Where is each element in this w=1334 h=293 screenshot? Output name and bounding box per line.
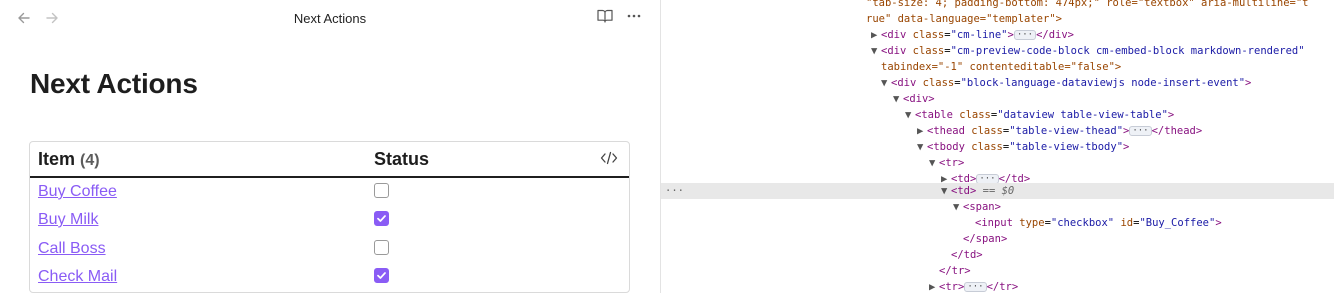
table-row: Call Boss <box>30 235 629 263</box>
dom-node-line[interactable]: </span> <box>661 231 1334 247</box>
dom-node-line[interactable]: ▶ <thead class="table-view-thead"> ··· </th… <box>661 123 1334 139</box>
column-header-item-label: Item <box>38 149 76 169</box>
dom-node-line[interactable]: ▼ <div> <box>661 91 1334 107</box>
view-title: Next Actions <box>293 10 367 26</box>
expanded-triangle-icon[interactable]: ▼ <box>905 107 915 123</box>
expanded-triangle-icon[interactable]: ▼ <box>929 155 939 171</box>
arrow-right-icon[interactable] <box>43 9 61 27</box>
ellipsis-icon[interactable]: ··· <box>1013 30 1037 40</box>
arrow-left-icon[interactable] <box>15 9 33 27</box>
dom-node-line[interactable]: </td> <box>661 247 1334 263</box>
dataview-table: Item (4) Status Buy Coffee Buy Milk Call… <box>29 141 630 293</box>
expanded-triangle-icon[interactable]: ▼ <box>871 43 881 59</box>
dom-node-line[interactable]: ▼ <tr> <box>661 155 1334 171</box>
more-horizontal-icon[interactable] <box>626 9 644 27</box>
item-link[interactable]: Check Mail <box>38 268 117 286</box>
expanded-triangle-icon[interactable]: ▼ <box>881 75 891 91</box>
status-checkbox[interactable] <box>374 240 389 255</box>
expanded-triangle-icon[interactable]: ▼ <box>893 91 903 107</box>
column-header-status: Status <box>374 149 430 169</box>
expanded-triangle-icon[interactable]: ▼ <box>917 139 927 155</box>
page-title: Next Actions <box>30 68 198 99</box>
attr-text: rue" data-language="templater"> <box>866 13 1062 25</box>
dom-node-line[interactable]: ▼ <div class="block-language-dataviewjs n… <box>661 75 1334 91</box>
table-row: Buy Coffee <box>30 178 629 206</box>
dom-node-line[interactable]: </tr> <box>661 263 1334 279</box>
status-checkbox[interactable] <box>374 211 389 226</box>
expanded-triangle-icon[interactable]: ▼ <box>941 183 951 199</box>
view-header: Next Actions <box>0 0 660 36</box>
collapsed-triangle-icon[interactable]: ▶ <box>871 27 881 43</box>
dom-node-line[interactable]: ▶ <tr> ··· </tr> <box>661 279 1334 293</box>
dom-node-line[interactable]: <input type="checkbox" id="Buy_Coffee"> <box>661 215 1334 231</box>
item-link[interactable]: Buy Coffee <box>38 183 117 201</box>
status-checkbox[interactable] <box>374 183 389 198</box>
dom-node-line[interactable]: ▼ <tbody class="table-view-tbody"> <box>661 139 1334 155</box>
dom-node-line[interactable]: ▼ <div class="cm-preview-code-block cm-em… <box>661 43 1334 59</box>
attr-text: tabindex="-1" contenteditable="false"> <box>881 61 1122 73</box>
code-icon[interactable] <box>600 150 620 168</box>
devtools-elements-panel: "tab-size: 4; padding-bottom: 474px;" ro… <box>661 0 1334 293</box>
attr-text: "tab-size: 4; padding-bottom: 474px;" ro… <box>866 0 1309 9</box>
status-checkbox[interactable] <box>374 268 389 283</box>
dom-node-line[interactable]: rue" data-language="templater"> <box>661 11 1334 27</box>
column-header-item: Item (4) <box>38 149 100 170</box>
ellipsis-icon[interactable]: ··· <box>964 282 987 292</box>
item-link[interactable]: Call Boss <box>38 240 106 258</box>
table-row: Buy Milk <box>30 206 629 234</box>
dom-node-line[interactable]: tabindex="-1" contenteditable="false"> <box>661 59 1334 75</box>
dom-node-line[interactable]: ▶ <div class="cm-line"> ··· </div> <box>661 27 1334 43</box>
dom-node-line[interactable]: ▼ <table class="dataview table-view-table… <box>661 107 1334 123</box>
dom-node-line-selected[interactable]: ··· ▼ <td> == $0 <box>661 183 1334 199</box>
item-link[interactable]: Buy Milk <box>38 211 98 229</box>
table-header: Item (4) Status <box>30 142 629 178</box>
dom-node-line[interactable]: ▼ <span> <box>661 199 1334 215</box>
item-count: (4) <box>80 152 100 169</box>
selected-node-marker: == $0 <box>982 185 1015 197</box>
table-row: Check Mail <box>30 263 629 291</box>
collapsed-triangle-icon[interactable]: ▶ <box>917 123 927 139</box>
dom-node-line[interactable]: "tab-size: 4; padding-bottom: 474px;" ro… <box>661 0 1334 11</box>
ellipsis-icon[interactable]: ··· <box>1129 126 1152 136</box>
more-horizontal-icon[interactable]: ··· <box>665 183 684 199</box>
expanded-triangle-icon[interactable]: ▼ <box>953 199 963 215</box>
book-open-icon[interactable] <box>597 9 617 27</box>
note-pane: Next Actions Next Actions Item (4) Statu… <box>0 0 660 293</box>
collapsed-triangle-icon[interactable]: ▶ <box>929 279 939 293</box>
